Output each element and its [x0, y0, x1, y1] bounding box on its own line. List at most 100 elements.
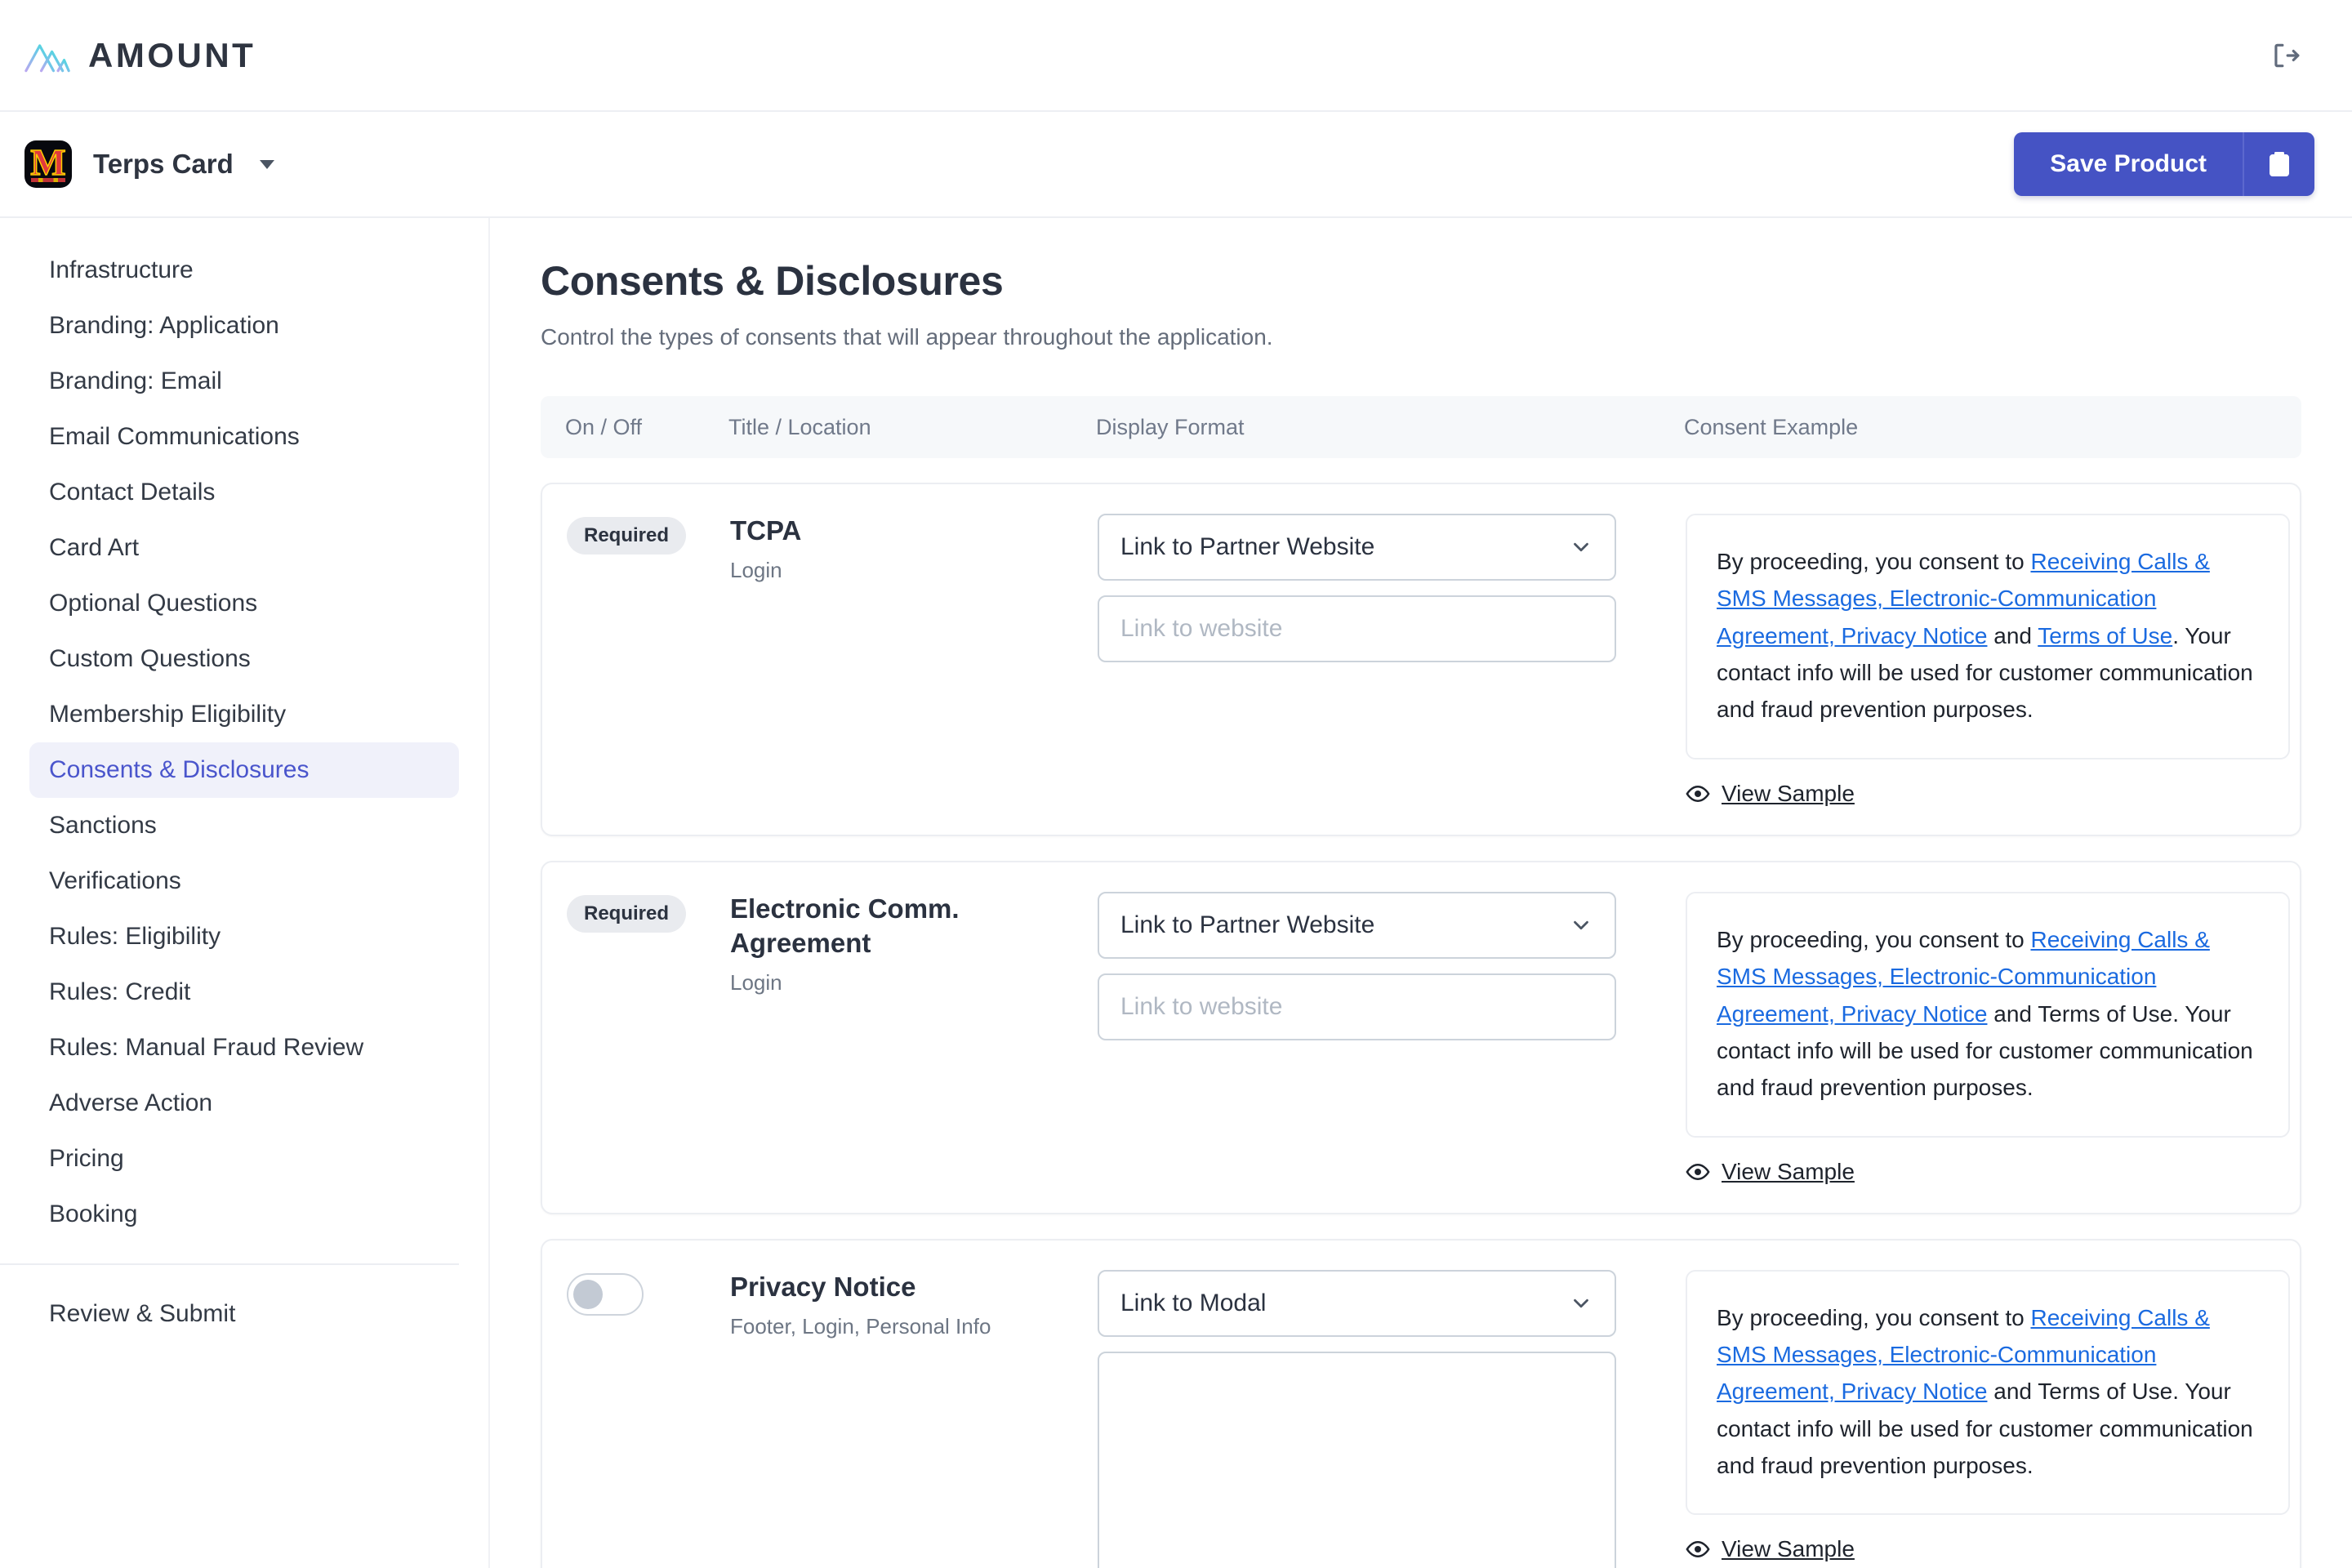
sidebar-item-consents-disclosures[interactable]: Consents & Disclosures — [29, 742, 459, 798]
example-link-terms[interactable]: Terms of Use — [2038, 623, 2172, 648]
chevron-down-icon — [1569, 535, 1593, 559]
display-format-select[interactable]: Link to Partner Website — [1098, 514, 1616, 581]
chevron-down-icon — [1569, 913, 1593, 938]
row-state-cell: Required — [542, 892, 730, 1185]
consent-example-text: By proceeding, you consent to Receiving … — [1686, 891, 2290, 1138]
view-sample-label: View Sample — [1722, 780, 1855, 806]
view-sample-label: View Sample — [1722, 1158, 1855, 1184]
sidebar-item-rules-credit[interactable]: Rules: Credit — [29, 964, 459, 1020]
view-sample-label: View Sample — [1722, 1536, 1855, 1562]
sidebar-item-sanctions[interactable]: Sanctions — [29, 798, 459, 853]
eye-icon — [1686, 1537, 1710, 1561]
main-content: Consents & Disclosures Control the types… — [490, 218, 2352, 1568]
product-logo-letter: M — [30, 140, 67, 183]
display-format-value: Link to Partner Website — [1120, 533, 1375, 560]
eye-icon — [1686, 1160, 1710, 1184]
consent-title: TCPA — [730, 515, 802, 546]
sidebar-item-optional-questions[interactable]: Optional Questions — [29, 576, 459, 631]
consent-title: Electronic Comm. Agreement — [730, 893, 960, 959]
column-header-title-location: Title / Location — [728, 414, 871, 439]
view-sample-button[interactable]: View Sample — [1686, 1159, 2300, 1185]
sidebar-item-infrastructure[interactable]: Infrastructure — [29, 243, 459, 298]
table-row: Required TCPA Login Link to Partner Webs… — [541, 483, 2301, 836]
table-header: On / Off Title / Location Display Format… — [541, 396, 2301, 458]
sidebar-item-adverse-action[interactable]: Adverse Action — [29, 1076, 459, 1131]
sidebar-item-email-communications[interactable]: Email Communications — [29, 409, 459, 465]
example-terms-text: Terms of Use — [2038, 1000, 2173, 1027]
sidebar-item-branding-application[interactable]: Branding: Application — [29, 298, 459, 354]
column-header-on-off: On / Off — [565, 414, 643, 439]
sidebar-item-verifications[interactable]: Verifications — [29, 853, 459, 909]
view-sample-button[interactable]: View Sample — [1686, 1536, 2300, 1562]
example-terms-text: Terms of Use — [2038, 1379, 2173, 1405]
consent-location: Login — [730, 558, 782, 583]
clipboard-icon[interactable] — [2244, 132, 2314, 196]
sidebar-item-review-submit[interactable]: Review & Submit — [29, 1286, 459, 1342]
sidebar-item-rules-manual-fraud-review[interactable]: Rules: Manual Fraud Review — [29, 1020, 459, 1076]
sidebar-item-membership-eligibility[interactable]: Membership Eligibility — [29, 687, 459, 742]
mountain-logo-icon — [24, 37, 70, 74]
display-format-select[interactable]: Link to Modal — [1098, 1269, 1616, 1337]
sidebar-item-pricing[interactable]: Pricing — [29, 1131, 459, 1187]
brand[interactable]: AMOUNT — [24, 36, 256, 75]
example-intro: By proceeding, you consent to — [1717, 1304, 2031, 1330]
display-format-value: Link to Partner Website — [1120, 911, 1375, 938]
row-format-cell: Link to Partner Website Link to website — [1098, 891, 1686, 1185]
enable-toggle[interactable] — [567, 1272, 644, 1316]
eye-icon — [1686, 782, 1710, 806]
product-selector[interactable]: M Terps Card — [24, 140, 274, 188]
sidebar-divider — [0, 1263, 459, 1265]
display-format-value: Link to Modal — [1120, 1289, 1267, 1316]
row-title-cell: Electronic Comm. Agreement Login — [730, 892, 1098, 1185]
column-header-display-format: Display Format — [1096, 414, 1245, 439]
page-title: Consents & Disclosures — [541, 258, 1004, 304]
consent-body-textarea[interactable] — [1098, 1351, 1616, 1568]
row-example-cell: By proceeding, you consent to Receiving … — [1686, 514, 2300, 807]
example-conjunction: and — [1987, 622, 2038, 648]
example-intro: By proceeding, you consent to — [1717, 926, 2031, 952]
chevron-down-icon[interactable] — [259, 159, 274, 169]
page-subtitle: Control the types of consents that will … — [541, 324, 1273, 350]
product-name: Terps Card — [93, 149, 234, 179]
top-bar: AMOUNT — [0, 0, 2352, 112]
save-product-button[interactable]: Save Product — [2014, 132, 2244, 196]
status-badge: Required — [567, 517, 687, 555]
example-conjunction: and — [1987, 1379, 2038, 1405]
consent-example-text: By proceeding, you consent to Receiving … — [1686, 1269, 2290, 1516]
row-example-cell: By proceeding, you consent to Receiving … — [1686, 891, 2300, 1185]
consent-location: Footer, Login, Personal Info — [730, 1313, 991, 1339]
app-root: AMOUNT M Terps Card Save Product Infrast… — [0, 0, 2352, 1568]
status-badge: Required — [567, 894, 687, 933]
view-sample-button[interactable]: View Sample — [1686, 781, 2300, 807]
sidebar: Infrastructure Branding: Application Bra… — [0, 218, 490, 1568]
row-state-cell — [542, 1270, 730, 1568]
consent-location: Login — [730, 970, 782, 996]
product-logo-icon: M — [24, 140, 72, 188]
save-product-group: Save Product — [2014, 132, 2314, 196]
chevron-down-icon — [1569, 1291, 1593, 1316]
logout-icon[interactable] — [2262, 33, 2308, 78]
sidebar-item-card-art[interactable]: Card Art — [29, 520, 459, 576]
row-title-cell: Privacy Notice Footer, Login, Personal I… — [730, 1270, 1098, 1568]
link-to-website-input[interactable]: Link to website — [1098, 973, 1616, 1040]
example-conjunction: and — [1987, 1000, 2038, 1027]
row-format-cell: Link to Modal — [1098, 1269, 1686, 1568]
table-row: Required Electronic Comm. Agreement Logi… — [541, 860, 2301, 1214]
sidebar-item-booking[interactable]: Booking — [29, 1187, 459, 1242]
row-example-cell: By proceeding, you consent to Receiving … — [1686, 1269, 2300, 1568]
column-header-consent-example: Consent Example — [1684, 414, 1859, 439]
display-format-select[interactable]: Link to Partner Website — [1098, 891, 1616, 959]
sidebar-item-rules-eligibility[interactable]: Rules: Eligibility — [29, 909, 459, 964]
consent-title: Privacy Notice — [730, 1271, 916, 1302]
table-row: Privacy Notice Footer, Login, Personal I… — [541, 1238, 2301, 1568]
row-state-cell: Required — [542, 514, 730, 807]
brand-name: AMOUNT — [88, 35, 256, 74]
row-title-cell: TCPA Login — [730, 514, 1098, 807]
sidebar-item-custom-questions[interactable]: Custom Questions — [29, 631, 459, 687]
sidebar-item-branding-email[interactable]: Branding: Email — [29, 354, 459, 409]
product-bar: M Terps Card Save Product — [0, 112, 2352, 218]
row-format-cell: Link to Partner Website Link to website — [1098, 514, 1686, 807]
example-intro: By proceeding, you consent to — [1717, 549, 2031, 574]
sidebar-item-contact-details[interactable]: Contact Details — [29, 465, 459, 520]
link-to-website-input[interactable]: Link to website — [1098, 595, 1616, 662]
